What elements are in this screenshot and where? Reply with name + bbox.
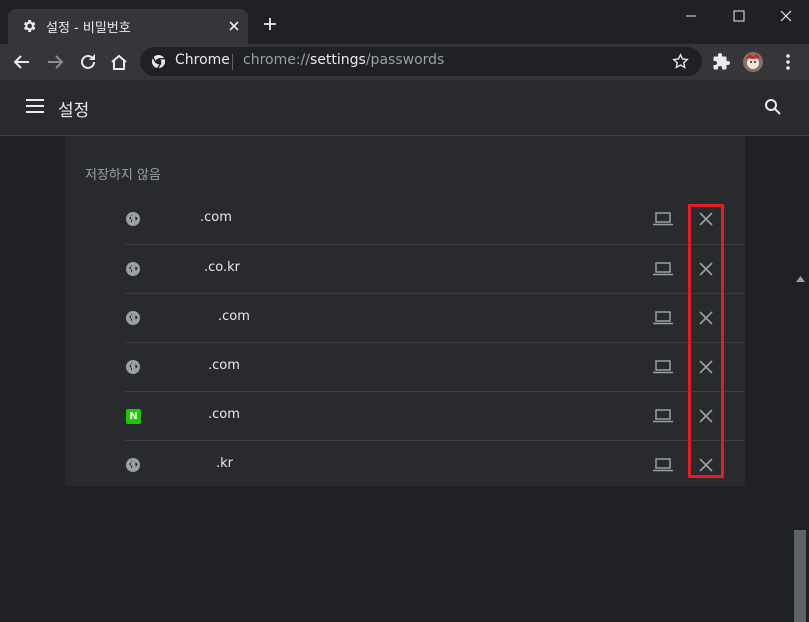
url-host: settings [310,52,366,68]
bookmark-star-icon[interactable] [672,53,689,70]
list-item: .com [125,195,745,244]
laptop-icon [653,409,673,423]
laptop-icon [653,360,673,374]
list-item: .com [125,293,745,343]
never-saved-heading: 저장하지 않음 [85,168,161,183]
url-path: /passwords [365,52,445,68]
naver-icon: N [126,409,141,424]
settings-header: 설정 [0,80,809,136]
minimize-icon[interactable] [676,6,706,26]
page-title: 설정 [58,101,90,121]
laptop-icon [653,262,673,276]
browser-toolbar: Chrome chrome://settings/passwords [0,44,809,80]
globe-icon [126,360,140,374]
tab-settings[interactable]: 설정 - 비밀번호 [8,9,248,44]
reload-icon[interactable] [78,52,98,72]
laptop-icon [653,311,673,325]
omnibox[interactable]: Chrome chrome://settings/passwords [140,47,702,76]
site-domain: .com [200,210,232,225]
globe-icon [126,311,140,325]
site-domain: .com [218,309,250,324]
url-scheme: chrome:// [243,52,310,68]
site-domain: .kr [216,456,234,471]
globe-icon [126,262,140,276]
tab-title: 설정 - 비밀번호 [46,21,131,36]
list-item: .co.kr [125,244,745,294]
scrollbar[interactable] [792,272,809,622]
site-domain: .co.kr [204,260,241,275]
forward-icon[interactable] [45,52,65,72]
url-text[interactable]: chrome://settings/passwords [243,52,444,68]
globe-icon [126,458,140,472]
home-icon[interactable] [109,52,129,72]
scrollbar-thumb[interactable] [794,530,806,622]
laptop-icon [653,212,673,226]
site-domain: .com [208,358,240,373]
maximize-icon[interactable] [724,6,754,26]
gear-icon [23,20,36,32]
list-item: N .com [125,391,745,441]
new-tab-icon[interactable] [262,16,278,32]
extensions-icon[interactable] [712,52,732,72]
chrome-logo-icon [151,54,166,69]
laptop-icon [653,458,673,472]
site-domain: .com [208,407,240,422]
globe-icon [126,212,140,226]
scroll-up-arrow-icon[interactable] [796,276,805,282]
never-saved-card: 저장하지 않음 .com .co.kr .com .com N .com .kr [65,136,745,486]
more-menu-icon[interactable] [778,52,798,72]
omnibox-chip: Chrome [175,52,230,68]
list-item: .com [125,342,745,392]
list-item: .kr [125,440,745,490]
close-icon[interactable] [226,18,242,34]
search-icon[interactable] [764,98,782,116]
hamburger-menu-icon[interactable] [26,99,44,113]
title-bar: 설정 - 비밀번호 [0,0,809,44]
omnibox-separator [232,54,233,70]
window-close-icon[interactable] [771,6,801,26]
back-icon[interactable] [12,52,32,72]
avatar[interactable] [743,52,763,72]
highlight-box [688,204,724,478]
